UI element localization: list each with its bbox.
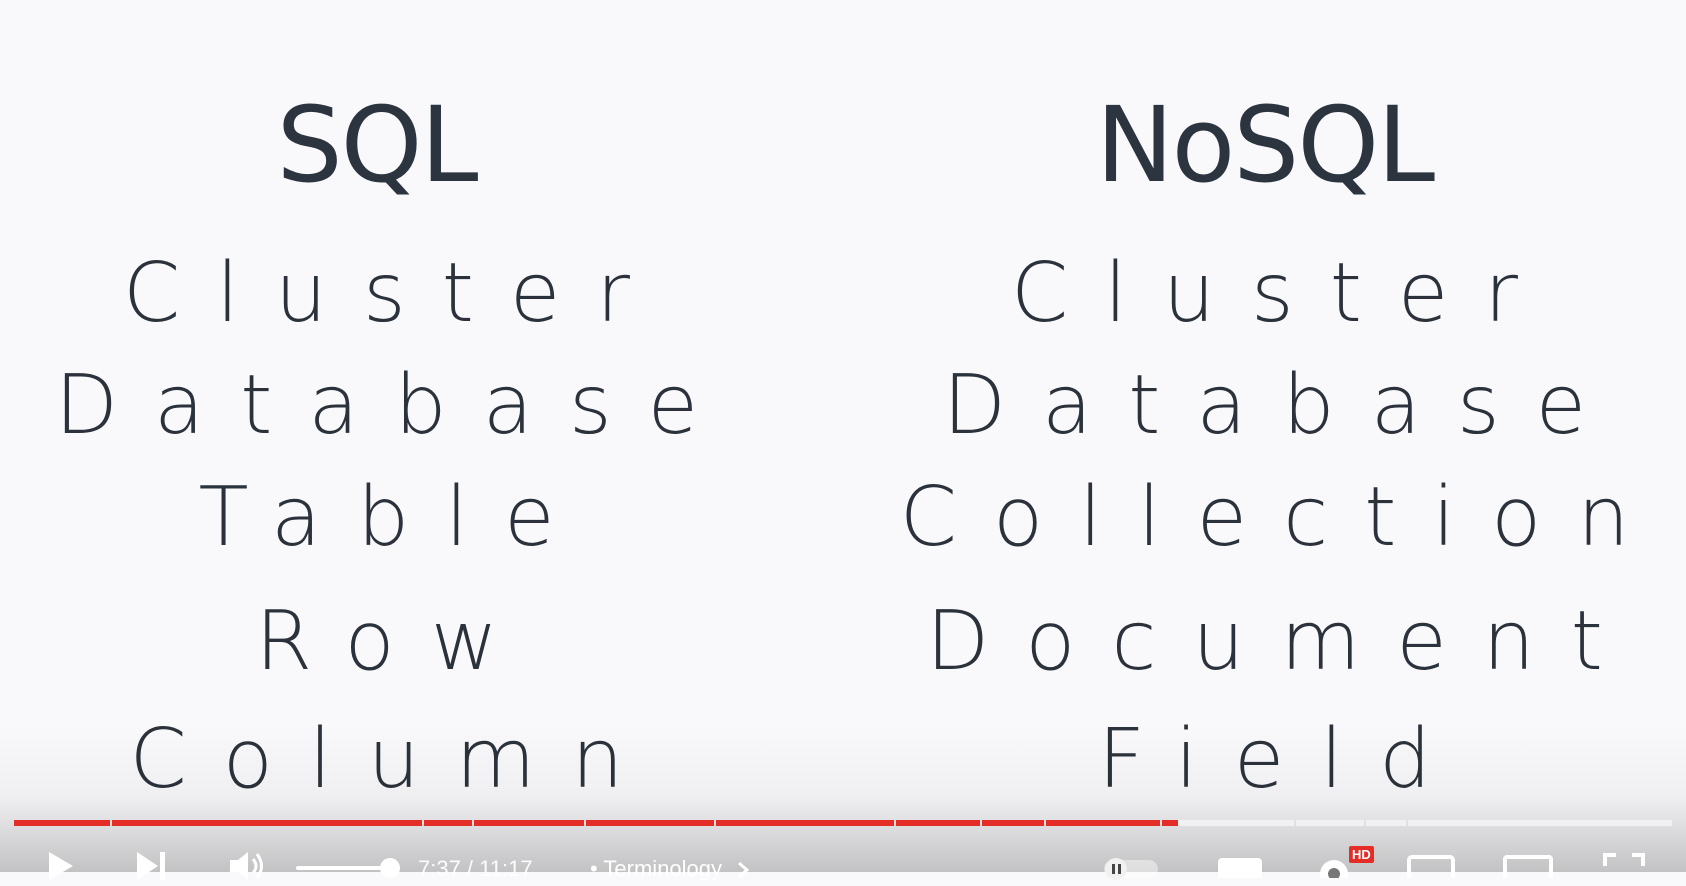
nosql-heading: NoSQL xyxy=(1095,84,1435,206)
chapter-title[interactable]: • Terminology xyxy=(590,856,750,882)
autoplay-toggle-icon xyxy=(1104,858,1158,880)
nosql-term-database: Database xyxy=(942,358,1623,453)
sql-term-database: Database xyxy=(54,358,735,453)
nosql-term-cluster: Cluster xyxy=(1010,246,1555,341)
chapter-label: • Terminology xyxy=(590,856,723,881)
progress-bar[interactable] xyxy=(14,820,1672,826)
sql-heading: SQL xyxy=(276,84,479,206)
played-segment xyxy=(474,820,584,826)
nosql-term-document: Document xyxy=(926,594,1639,689)
fullscreen-icon xyxy=(1603,853,1645,866)
mute-button[interactable] xyxy=(226,846,270,886)
next-icon xyxy=(137,852,165,880)
chevron-right-icon xyxy=(738,862,750,879)
hd-badge: HD xyxy=(1349,846,1374,863)
volume-knob[interactable] xyxy=(380,858,400,878)
subtitles-button[interactable] xyxy=(1216,856,1264,878)
played-segment xyxy=(424,820,472,826)
played-segment xyxy=(896,820,980,826)
video-frame[interactable]: SQL Cluster Database Table Row Column No… xyxy=(0,0,1686,872)
play-button[interactable] xyxy=(40,846,80,886)
miniplayer-icon xyxy=(1407,855,1455,878)
chapter-segment[interactable] xyxy=(1366,820,1406,826)
played-segment xyxy=(586,820,714,826)
theater-button[interactable] xyxy=(1502,854,1554,878)
chapter-segment[interactable] xyxy=(1162,820,1294,826)
played-segment xyxy=(716,820,894,826)
played-segment xyxy=(14,820,110,826)
sql-term-row: Row xyxy=(255,594,534,689)
played-segment xyxy=(982,820,1044,826)
volume-slider[interactable] xyxy=(296,866,390,870)
fullscreen-button[interactable] xyxy=(1602,852,1646,878)
settings-icon xyxy=(1320,860,1348,878)
sql-term-cluster: Cluster xyxy=(122,246,667,341)
next-button[interactable] xyxy=(132,846,172,886)
chapter-segment[interactable] xyxy=(1408,820,1672,826)
miniplayer-button[interactable] xyxy=(1406,854,1456,878)
volume-icon xyxy=(230,852,263,880)
sql-term-column: Column xyxy=(129,712,660,807)
autoplay-toggle[interactable] xyxy=(1100,856,1162,880)
subtitles-icon xyxy=(1218,858,1262,878)
played-segment xyxy=(1046,820,1160,826)
nosql-term-collection: Collection xyxy=(899,470,1666,565)
time-display: 7:37 / 11:17 xyxy=(418,856,533,881)
theater-icon xyxy=(1503,855,1553,878)
nosql-term-field: Field xyxy=(1097,712,1468,807)
sql-term-table: Table xyxy=(198,470,591,565)
play-icon xyxy=(49,852,73,880)
played-segment xyxy=(112,820,422,826)
chapter-segment[interactable] xyxy=(1296,820,1364,826)
played-segment xyxy=(1162,820,1178,826)
